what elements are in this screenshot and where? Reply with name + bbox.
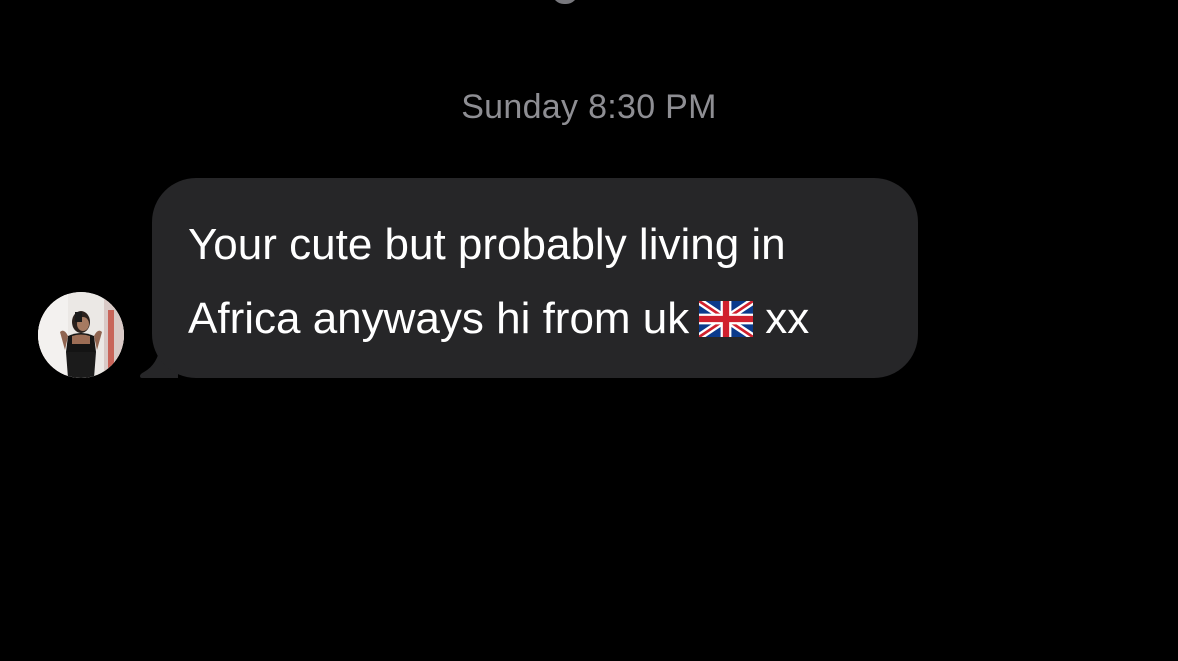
uk-flag-icon: [699, 301, 754, 337]
message-text-suffix: xx: [765, 294, 810, 343]
chat-screen: Sunday 8:30 PM Your cute but probably li…: [0, 0, 1178, 661]
message-text: Your cute but probably living in Africa …: [188, 208, 884, 356]
message-timestamp: Sunday 8:30 PM: [461, 88, 717, 126]
message-text-main: Your cute but probably living in Africa …: [188, 220, 786, 343]
incoming-message-row: Your cute but probably living in Africa …: [38, 178, 938, 380]
cropped-header-glyph: [552, 0, 578, 4]
message-bubble[interactable]: Your cute but probably living in Africa …: [152, 178, 918, 378]
avatar[interactable]: [38, 292, 124, 378]
avatar-photo-icon: [38, 292, 124, 378]
